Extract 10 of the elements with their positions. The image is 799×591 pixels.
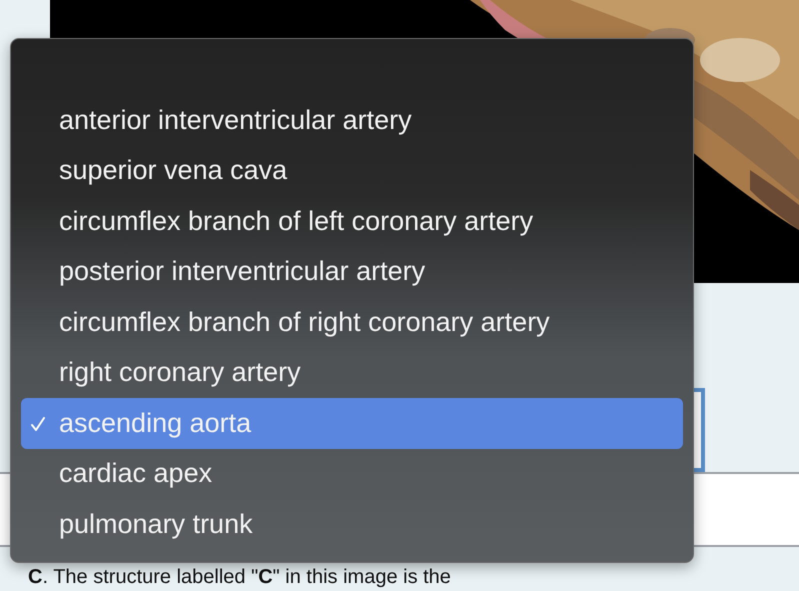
menu-option[interactable]: cardiac apex [21, 448, 683, 499]
menu-option[interactable]: posterior interventricular artery [21, 246, 683, 297]
menu-option[interactable]: circumflex branch of left coronary artery [21, 196, 683, 246]
question-text: C. The structure labelled "C" in this image is the [28, 565, 451, 589]
menu-option[interactable]: right coronary artery [21, 348, 683, 398]
menu-option[interactable]: circumflex branch of right coronary artery [21, 297, 683, 348]
menu-option[interactable]: anterior interventricular artery [21, 95, 683, 146]
menu-option[interactable]: superior vena cava [21, 146, 683, 196]
check-icon [30, 417, 46, 432]
menu-option[interactable]: pulmonary trunk [21, 499, 683, 550]
